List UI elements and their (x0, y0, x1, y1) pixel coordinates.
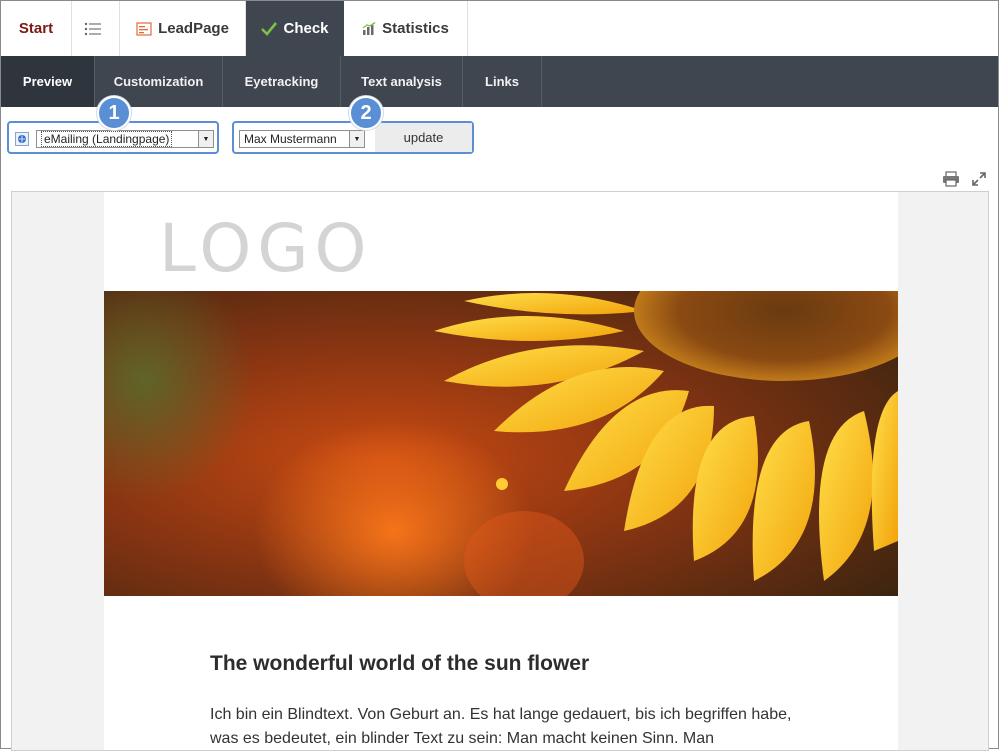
statistics-icon (362, 21, 376, 36)
article-title: The wonderful world of the sun flower (210, 652, 590, 675)
subnav-links[interactable]: Links (463, 56, 542, 107)
tab-check[interactable]: Check (246, 1, 344, 56)
logo: LOGO (159, 210, 373, 287)
step-badge-2-label: 2 (360, 101, 372, 124)
leadpage-icon (136, 21, 152, 37)
list-icon (84, 22, 102, 36)
subnav-preview-label: Preview (22, 74, 73, 89)
step-badge-1-label: 1 (108, 101, 120, 124)
check-icon (261, 21, 278, 36)
print-icon[interactable] (942, 171, 960, 192)
subnav-text-analysis-label: Text analysis (361, 74, 442, 89)
tab-statistics-label: Statistics (382, 20, 449, 37)
step-badge-2: 2 (349, 96, 383, 130)
update-button[interactable]: update (375, 123, 472, 152)
email-content: LOGO The wonderful world of the sun flow… (104, 192, 898, 750)
chevron-down-icon: ▼ (349, 131, 364, 147)
tab-leadpage[interactable]: LeadPage (120, 1, 246, 56)
subnav-preview[interactable]: Preview (1, 56, 95, 107)
chevron-down-icon: ▼ (198, 131, 213, 147)
article-body: Ich bin ein Blindtext. Von Geburt an. Es… (210, 706, 792, 747)
tab-start[interactable]: Start (1, 1, 72, 56)
recipient-select-group: Max Mustermann ▼ update (232, 121, 474, 154)
step-badge-1: 1 (97, 96, 131, 130)
hero-image-sunflower (104, 291, 898, 596)
tab-start-label: Start (18, 20, 54, 37)
tab-leadpage-label: LeadPage (158, 20, 229, 37)
recipient-select-value: Max Mustermann (244, 132, 337, 146)
subnav-links-label: Links (485, 74, 519, 89)
subnav-eyetracking[interactable]: Eyetracking (223, 56, 341, 107)
mailing-select-value: eMailing (Landingpage) (41, 131, 173, 147)
tab-check-label: Check (283, 20, 329, 37)
tab-statistics[interactable]: Statistics (344, 1, 468, 56)
email-preview-frame: LOGO The wonderful world of the sun flow… (11, 191, 989, 751)
update-button-label: update (403, 130, 444, 145)
mailing-type-icon (15, 132, 29, 151)
subnav-eyetracking-label: Eyetracking (244, 74, 319, 89)
top-tab-bar: Start LeadPage Check Statistics (1, 1, 998, 56)
fullscreen-icon[interactable] (971, 171, 987, 192)
subnav-customization-label: Customization (113, 74, 204, 89)
tab-list[interactable] (72, 1, 120, 56)
sub-navigation: Preview Customization Eyetracking Text a… (1, 56, 998, 107)
recipient-select[interactable]: Max Mustermann ▼ (239, 130, 365, 148)
mailing-select[interactable]: eMailing (Landingpage) ▼ (36, 130, 214, 148)
